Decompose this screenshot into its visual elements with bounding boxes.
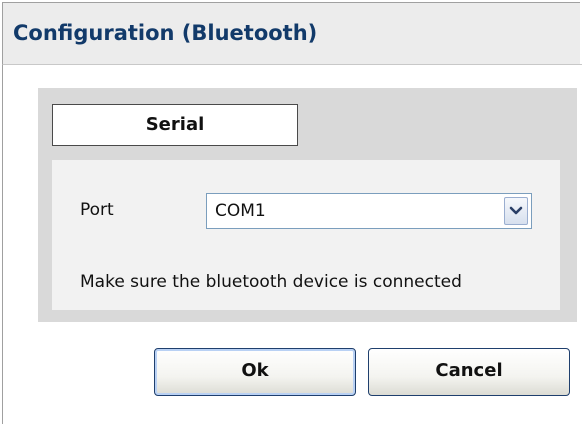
ok-button[interactable]: Ok <box>154 348 356 396</box>
dropdown-button[interactable] <box>504 197 528 225</box>
port-label: Port <box>80 200 114 220</box>
configuration-dialog: Configuration (Bluetooth) Serial Port CO… <box>0 0 582 424</box>
port-select-value: COM1 <box>215 201 266 221</box>
title-bar[interactable]: Configuration (Bluetooth) <box>2 2 580 64</box>
cancel-button[interactable]: Cancel <box>368 348 570 396</box>
tab-serial[interactable]: Serial <box>52 104 298 146</box>
chevron-down-icon <box>509 206 523 215</box>
dialog-title: Configuration (Bluetooth) <box>13 21 318 45</box>
connection-hint: Make sure the bluetooth device is connec… <box>80 272 462 292</box>
port-select[interactable]: COM1 <box>206 193 532 229</box>
